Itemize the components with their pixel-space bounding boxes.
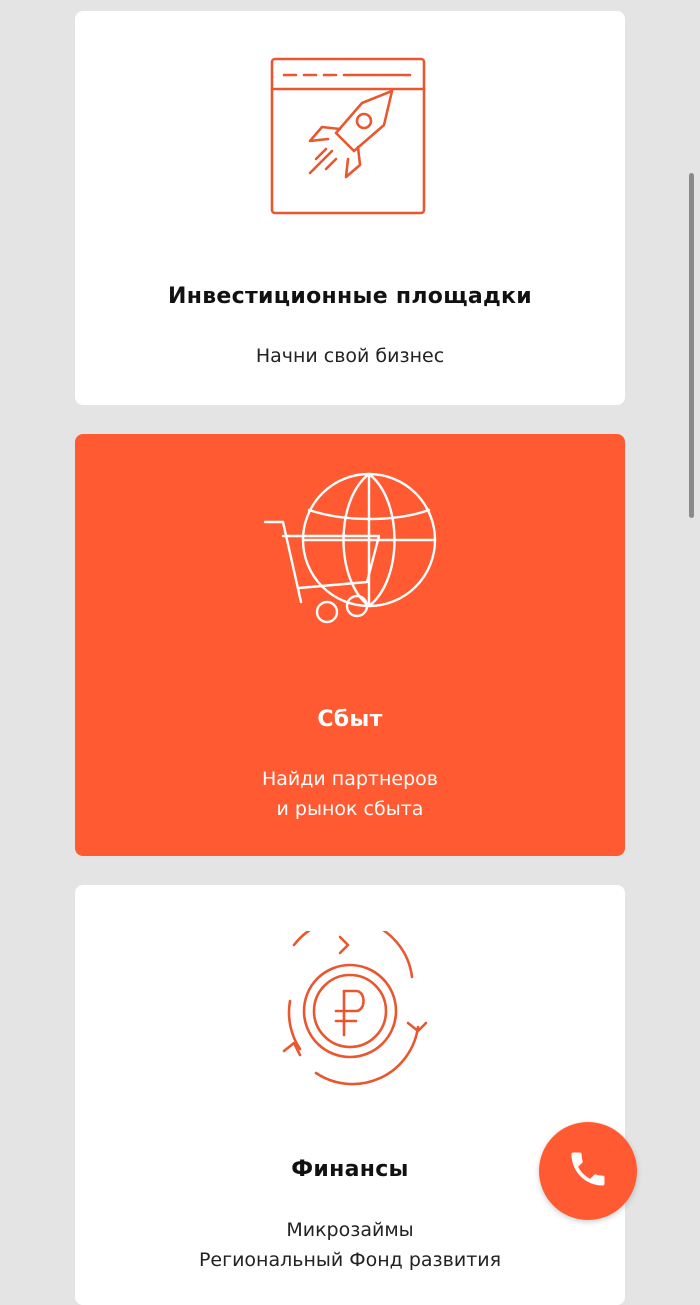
scrollbar[interactable] <box>689 173 694 518</box>
card-title: Инвестиционные площадки <box>168 284 532 309</box>
call-button[interactable] <box>539 1122 637 1220</box>
cart-globe-icon <box>255 470 445 634</box>
card-description: Микрозаймы Региональный Фонд развития <box>198 1219 502 1271</box>
card-finance[interactable]: Финансы Микрозаймы Региональный Фонд раз… <box>75 885 625 1305</box>
card-description: Начни свой бизнес <box>255 345 445 367</box>
rocket-window-icon <box>270 55 430 219</box>
card-sales[interactable]: Сбыт Найди партнеров и рынок сбыта <box>75 434 625 856</box>
card-description: Найди партнеров и рынок сбыта <box>262 768 438 820</box>
phone-icon <box>566 1147 610 1195</box>
card-investment-platforms[interactable]: Инвестиционные площадки Начни свой бизне… <box>75 11 625 405</box>
card-title: Сбыт <box>317 707 383 732</box>
ruble-cycle-icon <box>270 917 430 1095</box>
